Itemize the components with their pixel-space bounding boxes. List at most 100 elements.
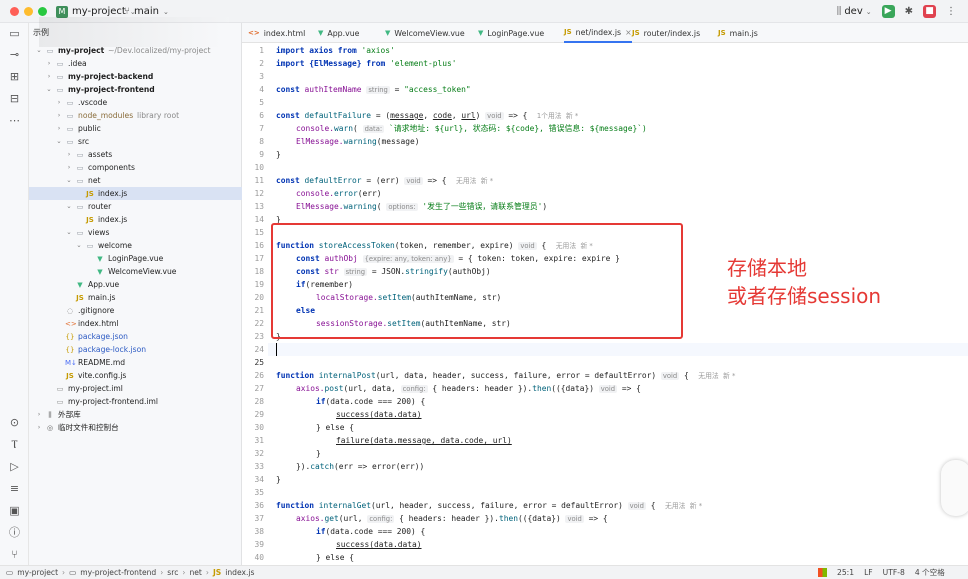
tree-item[interactable]: › ▭ .idea [29, 57, 242, 70]
code-line-12: console.error(err) [296, 189, 382, 198]
code-line-41: } else { [316, 553, 355, 562]
tree-item[interactable]: › ▭ node_modules library root [29, 109, 242, 122]
editor-tab-label: WelcomeView.vue [394, 28, 465, 38]
floating-widget[interactable] [941, 460, 968, 516]
tree-item[interactable]: ⌄ ▭ net [29, 174, 242, 187]
line-number: 39 [254, 540, 264, 549]
code-line-13: ElMessage.warning( options: '发生了一些错误，请联系… [296, 202, 548, 211]
tree-item[interactable]: ⌄ ▭ router [29, 200, 242, 213]
tree-item[interactable]: › ▭ public [29, 122, 242, 135]
run-tool-icon[interactable]: ▷ [8, 460, 21, 473]
zoom-window-button[interactable] [38, 7, 47, 16]
chevron-right-icon[interactable]: › [45, 70, 53, 83]
tree-item[interactable]: JS main.js [29, 291, 242, 304]
terminal-icon[interactable]: Ⲧ [8, 438, 21, 451]
commit-icon[interactable]: ⊸ [8, 48, 21, 61]
more-icon[interactable]: ⋮ [946, 6, 956, 17]
tree-item[interactable]: › ▭ assets [29, 148, 242, 161]
tree-item-label: 临时文件和控制台 [58, 423, 119, 432]
chevron-down-icon[interactable]: ⌄ [55, 135, 63, 148]
tree-item[interactable]: ⌄ ▭ welcome [29, 239, 242, 252]
chevron-right-icon[interactable]: › [35, 408, 43, 421]
tree-item[interactable]: › ▭ my-project-backend [29, 70, 242, 83]
editor-tab[interactable]: ▼ App.vue [318, 23, 359, 43]
code-line-40: success(data.data) [336, 540, 422, 549]
editor-tab[interactable]: <> index.html [248, 23, 305, 43]
line-separator[interactable]: LF [864, 566, 873, 579]
folder-icon: ▭ [76, 228, 84, 237]
services-icon[interactable]: ⊙ [8, 416, 21, 429]
stop-icon[interactable]: ■ [923, 5, 936, 18]
breadcrumb-item[interactable]: my-project [17, 566, 58, 579]
chevron-down-icon[interactable]: ⌄ [65, 200, 73, 213]
chevron-down-icon[interactable]: ⌄ [65, 226, 73, 239]
more-tools-icon[interactable]: ⋯ [8, 114, 21, 127]
tree-item[interactable]: {} package-lock.json [29, 343, 242, 356]
tree-item[interactable]: › ▭ .vscode [29, 96, 242, 109]
chevron-right-icon[interactable]: › [55, 122, 63, 135]
scratch-icon: ◎ [46, 423, 54, 432]
line-number: 12 [254, 189, 264, 198]
folder-icon[interactable]: ▭ [8, 27, 21, 40]
tree-item[interactable]: JS vite.config.js [29, 369, 242, 382]
indent-setting[interactable]: 4 个空格 [915, 566, 945, 579]
tree-item[interactable]: ▭ my-project-frontend.iml [29, 395, 242, 408]
bookmarks-icon[interactable]: ⊟ [8, 92, 21, 105]
todo-icon[interactable]: ≡ [8, 482, 21, 495]
structure-icon[interactable]: ⊞ [8, 70, 21, 83]
chevron-right-icon[interactable]: › [35, 421, 43, 434]
debug-icon[interactable]: ✱ [905, 6, 913, 17]
editor-tab[interactable]: JS main.js [718, 23, 758, 43]
tree-item[interactable]: M↓ README.md [29, 356, 242, 369]
tree-item[interactable]: ◌ .gitignore [29, 304, 242, 317]
run-icon[interactable]: ▶ [881, 5, 895, 18]
minimize-window-button[interactable] [24, 7, 33, 16]
problems-icon[interactable]: ⓘ [8, 526, 21, 539]
git-branch-icon: ⑂ [124, 6, 130, 17]
tree-item[interactable]: {} package.json [29, 330, 242, 343]
tree-item[interactable]: ▼ App.vue [29, 278, 242, 291]
tree-item-label: 外部库 [58, 410, 81, 419]
breadcrumb-item[interactable]: src [167, 566, 178, 579]
line-number: 1 [259, 46, 264, 55]
code-line-4: const authItemName string = "access_toke… [276, 85, 471, 94]
console-icon[interactable]: ▣ [8, 504, 21, 517]
chevron-right-icon[interactable]: › [55, 109, 63, 122]
tree-item[interactable]: › ▭ components [29, 161, 242, 174]
breadcrumb-item[interactable]: index.js [225, 566, 254, 579]
breadcrumb-item[interactable]: my-project-frontend [80, 566, 156, 579]
chevron-down-icon[interactable]: ⌄ [75, 239, 83, 252]
iml-icon: ▭ [56, 397, 64, 406]
code-line-7: console.warn( data: `请求地址: ${url}, 状态码: … [296, 124, 647, 133]
tree-item[interactable]: › ⫼ 外部库 [29, 408, 242, 421]
tree-item[interactable]: JS index.js [29, 187, 242, 200]
tree-item[interactable]: ⌄ ▭ src [29, 135, 242, 148]
breadcrumb-item[interactable]: net [189, 566, 201, 579]
chevron-down-icon[interactable]: ⌄ [45, 83, 53, 96]
folder-icon: ▭ [86, 241, 94, 250]
file-encoding[interactable]: UTF-8 [883, 566, 905, 579]
tree-item[interactable]: ⌄ ▭ my-project-frontend [29, 83, 242, 96]
chevron-right-icon[interactable]: › [65, 161, 73, 174]
editor-tab[interactable]: JS net/index.js × [564, 23, 632, 43]
close-tab-icon[interactable]: × [625, 28, 632, 37]
cursor-position[interactable]: 25:1 [837, 566, 854, 579]
close-window-button[interactable] [10, 7, 19, 16]
chevron-down-icon[interactable]: ⌄ [65, 174, 73, 187]
tree-item[interactable]: ▼ WelcomeView.vue [29, 265, 242, 278]
git-icon[interactable]: ⑂ [8, 548, 21, 561]
tree-item[interactable]: › ◎ 临时文件和控制台 [29, 421, 242, 434]
tree-item[interactable]: ⌄ ▭ views [29, 226, 242, 239]
code-line-34: }).catch(err => error(err)) [296, 462, 425, 471]
run-config-selector[interactable]: ⫼ dev ⌄ [837, 6, 872, 17]
editor-tab[interactable]: ▼ LoginPage.vue [478, 23, 544, 43]
tree-item[interactable]: ▭ my-project.iml [29, 382, 242, 395]
editor-tab[interactable]: ▼ WelcomeView.vue [385, 23, 465, 43]
tree-item[interactable]: JS index.js [29, 213, 242, 226]
chevron-right-icon[interactable]: › [65, 148, 73, 161]
chevron-right-icon[interactable]: › [55, 96, 63, 109]
editor-tab[interactable]: JS router/index.js [632, 23, 700, 43]
tree-item[interactable]: ▼ LoginPage.vue [29, 252, 242, 265]
chevron-right-icon[interactable]: › [45, 57, 53, 70]
tree-item[interactable]: <> index.html [29, 317, 242, 330]
